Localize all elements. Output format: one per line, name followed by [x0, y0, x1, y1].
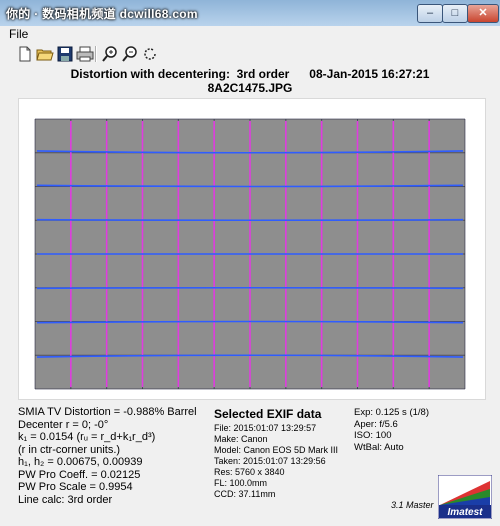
exif-taken: Taken: 2015:01:07 13:29:56: [214, 456, 326, 466]
k1-text: k₁ = 0.0154 (rᵤ = r_d+k₁r_d³): [18, 431, 156, 443]
white-balance: WtBal: Auto: [354, 441, 404, 453]
maximize-button[interactable]: □: [442, 4, 468, 23]
distortion-stats: SMIA TV Distortion = -0.988% Barrel Dece…: [18, 406, 214, 506]
toolbar: [0, 43, 500, 65]
blue-fit-line: [36, 218, 464, 222]
exposure-time: Exp: 0.125 s (1/8): [354, 407, 429, 418]
image-filename: 8A2C1475.JPG: [207, 81, 293, 95]
iso: ISO: 100: [354, 430, 392, 441]
zoom-in-icon[interactable]: [101, 45, 119, 63]
close-button[interactable]: ✕: [467, 4, 499, 23]
open-folder-icon[interactable]: [36, 45, 54, 63]
imatest-logo: Imatest: [438, 475, 492, 519]
window-title: 你的 · 数码相机频道 dcwill68.com: [6, 7, 198, 21]
exif-ccd: CCD: 37.11mm: [214, 489, 276, 499]
exif-fl: FL: 100.0mm: [214, 478, 268, 488]
exposure-data: Exp: 0.125 s (1/8) Aper: f/5.6 ISO: 100 …: [354, 407, 429, 453]
pw-scale-text: PW Pro Scale = 0.9954: [18, 481, 133, 493]
pw-coeff-text: PW Pro Coeff. = 0.02125: [18, 468, 141, 481]
menu-bar: File: [0, 26, 500, 43]
version-text: 3.1 Master: [391, 500, 434, 510]
decenter-text: Decenter r = 0; -0°: [18, 418, 109, 431]
exif-title: Selected EXIF data: [214, 407, 322, 421]
save-disk-icon[interactable]: [56, 45, 74, 63]
tv-distortion-text: SMIA TV Distortion = -0.988% Barrel: [18, 406, 197, 418]
distortion-plot-svg: [34, 118, 466, 390]
print-icon[interactable]: [76, 45, 94, 63]
h-values-text: h₁, h₂ = 0.00675, 0.00939: [18, 456, 143, 468]
exif-file: File: 2015:01:07 13:29:57: [214, 423, 317, 433]
title-bar: 你的 · 数码相机频道 dcwill68.com – □ ✕: [0, 0, 500, 27]
new-document-icon[interactable]: [16, 45, 34, 63]
minimize-button[interactable]: –: [417, 4, 443, 23]
units-note-text: (r in ctr-corner units.): [18, 443, 121, 456]
line-calc-text: Line calc: 3rd order: [18, 493, 113, 506]
refresh-icon[interactable]: [141, 45, 159, 63]
zoom-out-icon[interactable]: [121, 45, 139, 63]
logo-text: Imatest: [447, 507, 483, 518]
chart-title: Distortion with decentering: 3rd order 0…: [70, 67, 430, 81]
exif-res: Res: 5760 x 3840: [214, 467, 285, 477]
exif-model: Model: Canon EOS 5D Mark III: [214, 445, 339, 455]
aperture: Aper: f/5.6: [354, 418, 398, 430]
distortion-plot: [18, 98, 486, 400]
exif-data: File: 2015:01:07 13:29:57 Make: Canon Mo…: [214, 423, 338, 500]
blue-fit-line: [36, 286, 464, 290]
menu-file[interactable]: File: [9, 27, 28, 41]
exif-make: Make: Canon: [214, 434, 268, 444]
toolbar-separator: [95, 46, 97, 62]
